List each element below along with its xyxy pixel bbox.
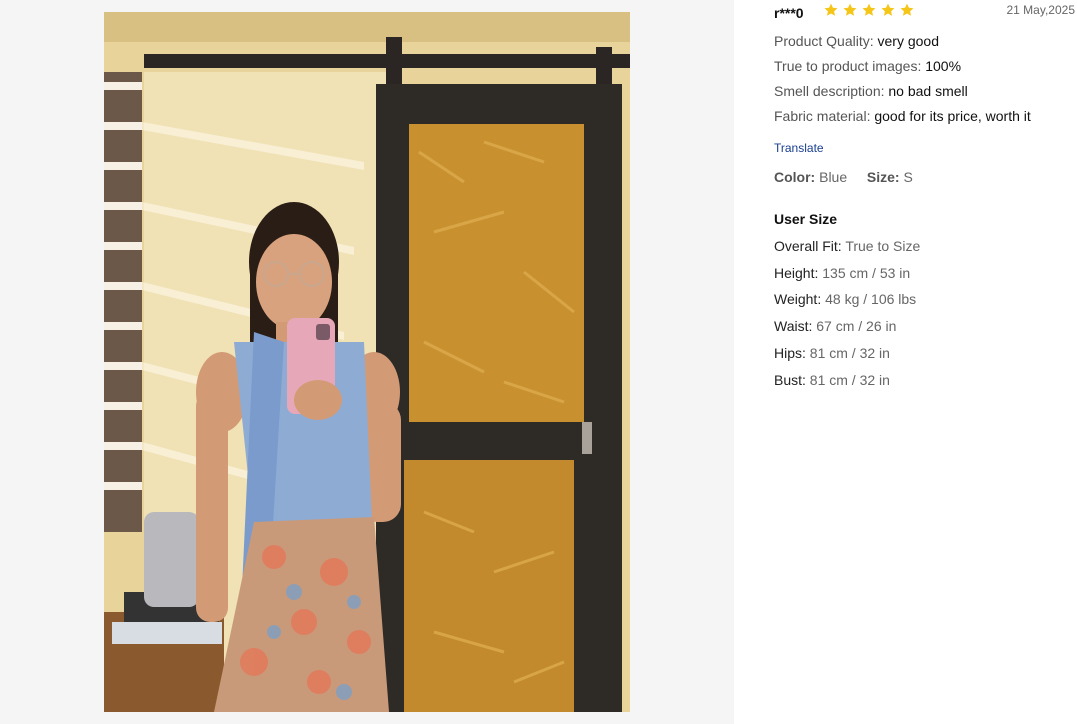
review-header: r***0 21 May,2025 (774, 2, 1076, 22)
attr-value: good for its price, worth it (874, 108, 1031, 124)
attr-fabric: Fabric material: good for its price, wor… (774, 108, 1031, 124)
attr-true-to-images: True to product images: 100% (774, 58, 961, 74)
user-size-label: Hips: (774, 345, 806, 361)
purchased-variant: Color: Blue Size: S (774, 169, 913, 185)
user-size-overall-fit: Overall Fit: True to Size (774, 238, 920, 254)
reviewer-name: r***0 (774, 5, 804, 21)
review-photo-image (104, 12, 630, 712)
attr-label: True to product images: (774, 58, 922, 74)
user-size-label: Weight: (774, 291, 822, 307)
user-size-value: 48 kg / 106 lbs (825, 291, 917, 307)
user-size-label: Bust: (774, 372, 806, 388)
user-size-hips: Hips: 81 cm / 32 in (774, 345, 890, 361)
attr-label: Smell description: (774, 83, 885, 99)
user-size-value: 67 cm / 26 in (816, 318, 897, 334)
size-label: Size: (866, 169, 900, 185)
attr-label: Fabric material: (774, 108, 871, 124)
translate-link[interactable]: Translate (774, 141, 824, 155)
photo-panel (0, 0, 734, 724)
review-photo[interactable] (104, 12, 630, 712)
attr-smell: Smell description: no bad smell (774, 83, 968, 99)
rating-stars (823, 2, 915, 18)
user-size-label: Overall Fit: (774, 238, 842, 254)
attr-value: no bad smell (888, 83, 968, 99)
attr-value: very good (877, 33, 939, 49)
review-date: 21 May,2025 (1006, 3, 1076, 17)
user-size-weight: Weight: 48 kg / 106 lbs (774, 291, 916, 307)
star-icon (843, 3, 857, 16)
star-icon (900, 3, 914, 16)
user-size-waist: Waist: 67 cm / 26 in (774, 318, 896, 334)
user-size-title: User Size (774, 211, 838, 227)
attr-label: Product Quality: (774, 33, 874, 49)
star-icon (862, 3, 876, 16)
color-label: Color: (774, 169, 816, 185)
star-icon (881, 3, 895, 16)
user-size-value: True to Size (845, 238, 921, 254)
review-panel: r***0 21 May,2025 Product Quality: very … (774, 0, 1076, 724)
user-size-value: 81 cm / 32 in (809, 372, 890, 388)
user-size-value: 135 cm / 53 in (822, 265, 911, 281)
user-size-label: Height: (774, 265, 819, 281)
user-size-value: 81 cm / 32 in (809, 345, 890, 361)
attr-value: 100% (925, 58, 962, 74)
user-size-label: Waist: (774, 318, 813, 334)
attr-product-quality: Product Quality: very good (774, 33, 939, 49)
size-value: S (903, 169, 913, 185)
star-icon (824, 3, 838, 16)
user-size-height: Height: 135 cm / 53 in (774, 265, 910, 281)
user-size-bust: Bust: 81 cm / 32 in (774, 372, 890, 388)
color-value: Blue (819, 169, 848, 185)
